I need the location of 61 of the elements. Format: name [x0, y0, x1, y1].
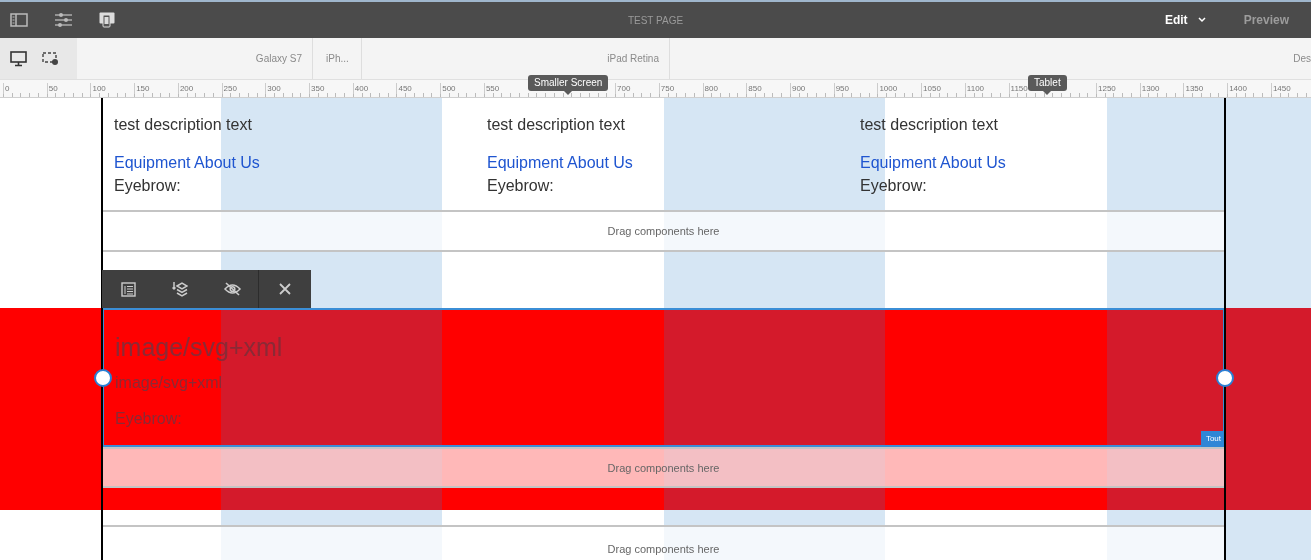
- description-text: test description text: [860, 115, 998, 135]
- side-panel-icon[interactable]: [10, 13, 28, 27]
- ruler-label: 1300: [1139, 83, 1160, 94]
- close-icon: [279, 283, 291, 295]
- ruler-label: 750: [658, 83, 675, 94]
- drop-zone[interactable]: Drag components here: [102, 447, 1225, 488]
- component-subtitle: image/svg+xml: [115, 373, 224, 393]
- ruler-label: 1000: [877, 83, 898, 94]
- edit-mode-dropdown[interactable]: Edit: [1158, 9, 1212, 31]
- component-title: image/svg+xml: [115, 332, 284, 362]
- ruler-label: 150: [134, 83, 150, 94]
- ruler-label: 1450: [1270, 83, 1291, 94]
- equipment-link[interactable]: Equipment About Us: [114, 151, 260, 175]
- breakpoint-tab[interactable]: Galaxy S7: [77, 38, 313, 79]
- ruler-label: 1400: [1227, 83, 1247, 94]
- selected-component[interactable]: image/svg+xml image/svg+xml Eyebrow: Tout: [102, 308, 1225, 447]
- resize-handle[interactable]: [94, 369, 112, 387]
- eyebrow-label: Eyebrow:: [115, 409, 183, 429]
- ruler-label: 250: [221, 83, 237, 94]
- drop-zone[interactable]: Drag components here: [102, 525, 1225, 560]
- page-title: TEST PAGE: [626, 14, 685, 26]
- description-text: test description text: [487, 115, 625, 135]
- layers-icon: [172, 281, 188, 297]
- ruler-label: 450: [396, 83, 412, 94]
- component-tag: Tout: [1200, 431, 1225, 447]
- eyebrow-label: Eyebrow:: [114, 176, 181, 196]
- ruler-label: 800: [702, 83, 718, 94]
- description-text: test description text: [114, 115, 252, 135]
- ruler-label: 850: [746, 83, 762, 94]
- ruler-label: 50: [46, 83, 58, 94]
- ruler-label: 1100: [964, 83, 985, 94]
- devices-icon[interactable]: [99, 12, 115, 28]
- ruler-label: 100: [90, 83, 106, 94]
- ruler-label: 350: [309, 83, 325, 94]
- ruler-label: 550: [483, 83, 500, 94]
- list-icon: [120, 281, 136, 297]
- emulator-icon[interactable]: [42, 51, 59, 66]
- drop-zone[interactable]: Drag components here: [102, 210, 1225, 252]
- ruler-label: 700: [615, 83, 631, 94]
- resize-handle[interactable]: [1216, 369, 1234, 387]
- equipment-link[interactable]: Equipment About Us: [487, 151, 633, 175]
- desktop-icon[interactable]: [10, 50, 27, 67]
- ruler-label: 0: [3, 83, 10, 94]
- ruler-label: 200: [177, 83, 194, 94]
- ruler-label: 1050: [921, 83, 941, 94]
- caret-icon: [1197, 17, 1206, 23]
- ruler-label: 950: [833, 83, 850, 94]
- eyebrow-label: Eyebrow:: [487, 176, 554, 196]
- breakpoint-tab[interactable]: iPh...: [313, 38, 362, 79]
- sliders-icon[interactable]: [55, 13, 72, 27]
- ruler-label: 1250: [1096, 83, 1116, 94]
- ruler-label: 1350: [1183, 83, 1204, 94]
- ruler-label: 500: [440, 83, 456, 94]
- equipment-link[interactable]: Equipment About Us: [860, 151, 1006, 175]
- ruler-label: 900: [789, 83, 806, 94]
- ruler-label: 1150: [1008, 83, 1028, 94]
- preview-button[interactable]: Preview: [1237, 9, 1295, 31]
- eyebrow-label: Eyebrow:: [860, 176, 927, 196]
- ruler-label: 400: [352, 83, 369, 94]
- ruler-label: 300: [265, 83, 281, 94]
- eye-off-icon: [223, 282, 241, 296]
